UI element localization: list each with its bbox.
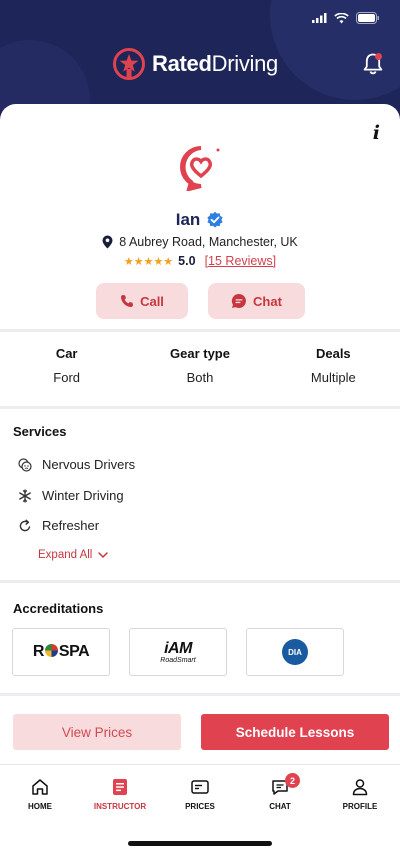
info-icon[interactable]: i	[373, 122, 380, 144]
tab-label: PRICES	[185, 802, 215, 811]
stat-label: Car	[55, 346, 78, 361]
tab-chat[interactable]: CHAT	[240, 777, 320, 811]
tab-label: PROFILE	[342, 802, 378, 811]
iam-roadsmart-badge: iAM RoadSmart	[129, 628, 227, 676]
iam-logo: iAM RoadSmart	[160, 639, 196, 664]
divider	[0, 329, 400, 332]
service-item: Refresher	[18, 518, 99, 533]
notification-dot	[375, 53, 382, 60]
tab-label: INSTRUCTOR	[93, 802, 147, 811]
rating-value: 5.0	[178, 254, 196, 268]
nervous-icon	[18, 457, 32, 472]
signal-icon	[312, 13, 327, 23]
refresh-icon	[19, 519, 31, 531]
location-pin-icon	[102, 235, 113, 249]
service-label: Winter Driving	[42, 488, 124, 503]
rospa-logo: R SPA	[32, 643, 90, 660]
stat-value: Ford	[53, 370, 81, 385]
stat-car: Car Ford	[0, 346, 133, 385]
instructor-card: i Ian 8 Aubrey Road, Manchester, UK ★★★★…	[0, 104, 400, 848]
logo-steering-icon	[113, 48, 145, 80]
instructor-address: 8 Aubrey Road, Manchester, UK	[119, 235, 298, 249]
battery-icon	[356, 12, 379, 24]
rating-row: ★★★★★ 5.0 [15 Reviews]	[0, 254, 400, 268]
app-logo: RatedDriving	[112, 47, 278, 81]
verified-icon	[207, 211, 223, 228]
instructor-icon	[113, 779, 127, 795]
tab-prices[interactable]: PRICES	[160, 777, 240, 811]
prices-icon	[191, 780, 209, 794]
services-title: Services	[13, 424, 67, 439]
chat-bubble-icon	[231, 293, 246, 308]
app-header: RatedDriving	[0, 0, 400, 110]
service-item: Nervous Drivers	[18, 457, 135, 472]
divider	[0, 693, 400, 696]
stat-deals: Deals Multiple	[267, 346, 400, 385]
view-prices-button[interactable]: View Prices	[13, 714, 181, 750]
home-indicator	[128, 841, 272, 846]
stat-label: Gear type	[170, 346, 230, 361]
expand-all-button[interactable]: Expand All	[38, 549, 109, 561]
bottom-tab-bar: HOME INSTRUCTOR PRICES CHAT 2 PROFILE	[0, 764, 400, 848]
chat-button[interactable]: Chat	[208, 283, 305, 319]
service-label: Refresher	[42, 518, 100, 533]
dia-logo: DIA	[282, 639, 308, 665]
stat-value: Both	[186, 370, 214, 385]
address-row: 8 Aubrey Road, Manchester, UK	[0, 235, 400, 249]
instructor-stats: Car Ford Gear type Both Deals Multiple	[0, 346, 400, 385]
tab-profile[interactable]: PROFILE	[320, 777, 400, 811]
logo-text: RatedDriving	[152, 51, 278, 76]
schedule-lessons-button[interactable]: Schedule Lessons	[201, 714, 389, 750]
chat-unread-badge: 2	[285, 773, 300, 788]
stat-value: Multiple	[310, 370, 356, 385]
header-decoration	[0, 40, 90, 110]
rospa-badge: R SPA	[12, 628, 110, 676]
divider	[0, 406, 400, 409]
instructor-name: Ian	[175, 210, 201, 229]
phone-icon	[121, 295, 134, 307]
service-label: Nervous Drivers	[42, 457, 136, 472]
call-button[interactable]: Call	[96, 283, 188, 319]
tab-label: CHAT	[269, 802, 291, 811]
star-rating: ★★★★★	[123, 255, 174, 268]
profile-icon	[352, 779, 368, 796]
dia-badge: DIA	[246, 628, 344, 676]
accreditations-title: Accreditations	[13, 601, 104, 616]
status-bar	[312, 12, 380, 24]
snowflake-icon	[19, 488, 31, 503]
wifi-icon	[334, 12, 349, 23]
call-label: Call	[140, 293, 164, 309]
service-item: Winter Driving	[18, 488, 124, 503]
stat-gear-type: Gear type Both	[133, 346, 266, 385]
name-row: Ian	[0, 210, 400, 230]
divider	[0, 580, 400, 583]
expand-all-label: Expand All	[38, 549, 93, 561]
tab-home[interactable]: HOME	[0, 777, 80, 811]
tab-label: HOME	[28, 802, 52, 811]
tab-instructor[interactable]: INSTRUCTOR	[80, 777, 160, 811]
chat-label: Chat	[253, 293, 282, 309]
home-icon	[32, 779, 48, 795]
reviews-link[interactable]: [15 Reviews]	[205, 254, 277, 268]
bell-icon[interactable]	[360, 51, 386, 77]
stat-label: Deals	[315, 346, 351, 361]
instructor-avatar	[180, 146, 220, 191]
chevron-down-icon	[98, 551, 109, 558]
